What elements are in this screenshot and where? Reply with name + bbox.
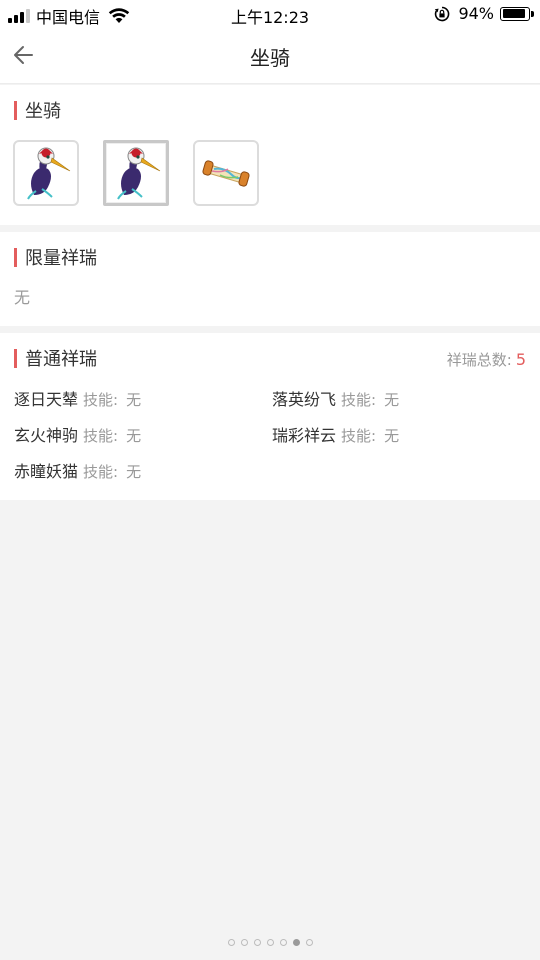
page-dot[interactable] [240,939,248,946]
mount-item[interactable] [193,140,259,206]
item-name: 瑞彩祥云 [272,426,337,445]
list-item: 玄火神驹 技能: 无 [14,422,141,446]
item-name: 赤瞳妖猫 [14,462,79,481]
list-item: 逐日天辇 技能: 无 [14,386,141,410]
page-dot-active[interactable] [292,939,300,946]
page-title: 坐骑 [250,46,290,70]
page-indicator[interactable] [0,939,540,946]
rotation-lock-icon [435,6,450,21]
page-dot[interactable] [305,939,313,946]
skill-label: 技能: [83,427,119,445]
page-dot[interactable] [253,939,261,946]
section-header: 普通祥瑞 [14,347,97,370]
list-item: 落英纷飞 技能: 无 [272,386,399,410]
total-value: 5 [515,350,526,369]
skill-value: 无 [126,427,142,445]
skill-value: 无 [126,463,142,481]
skill-value: 无 [384,391,400,409]
battery-icon [500,6,534,21]
limited-section: 限量祥瑞 无 [0,232,540,326]
skill-label: 技能: [341,391,377,409]
skill-value: 无 [126,391,142,409]
empty-text: 无 [14,288,31,307]
status-bar: 中国电信 上午12:23 94% [0,0,540,28]
battery-percent: 94% [458,4,494,23]
page-dot[interactable] [266,939,274,946]
section-header: 限量祥瑞 [14,246,97,269]
skill-label: 技能: [341,427,377,445]
scroll-icon [202,160,250,187]
crane-icon [117,147,161,200]
item-name: 逐日天辇 [14,390,79,409]
skill-value: 无 [384,427,400,445]
total-label: 祥瑞总数: [446,351,512,369]
skill-label: 技能: [83,391,119,409]
section-header: 坐骑 [14,99,61,122]
total-count: 祥瑞总数: 5 [447,349,526,370]
skill-label: 技能: [83,463,119,481]
normal-section: 普通祥瑞 祥瑞总数: 5 逐日天辇 技能: 无 落英纷飞 技能: 无 玄火神驹 技能: 无 瑞… [0,333,540,500]
battery-fill [502,9,526,18]
mount-section: 坐骑 [0,85,540,225]
crane-icon [27,147,71,200]
section-title: 限量祥瑞 [25,248,97,269]
section-accent-bar [14,100,17,120]
list-item: 赤瞳妖猫 技能: 无 [14,458,141,482]
mount-list [13,140,259,206]
page-dot[interactable] [227,939,235,946]
item-name: 玄火神驹 [14,426,79,445]
section-accent-bar [14,348,17,368]
mount-item[interactable] [13,140,79,206]
section-title: 普通祥瑞 [25,349,97,370]
nav-bar: 坐骑 [0,28,540,84]
section-title: 坐骑 [25,101,61,122]
page-dot[interactable] [279,939,287,946]
mount-item-selected[interactable] [103,140,169,206]
status-right: 94% [434,4,534,23]
section-accent-bar [14,247,17,267]
list-item: 瑞彩祥云 技能: 无 [272,422,399,446]
item-name: 落英纷飞 [272,390,337,409]
